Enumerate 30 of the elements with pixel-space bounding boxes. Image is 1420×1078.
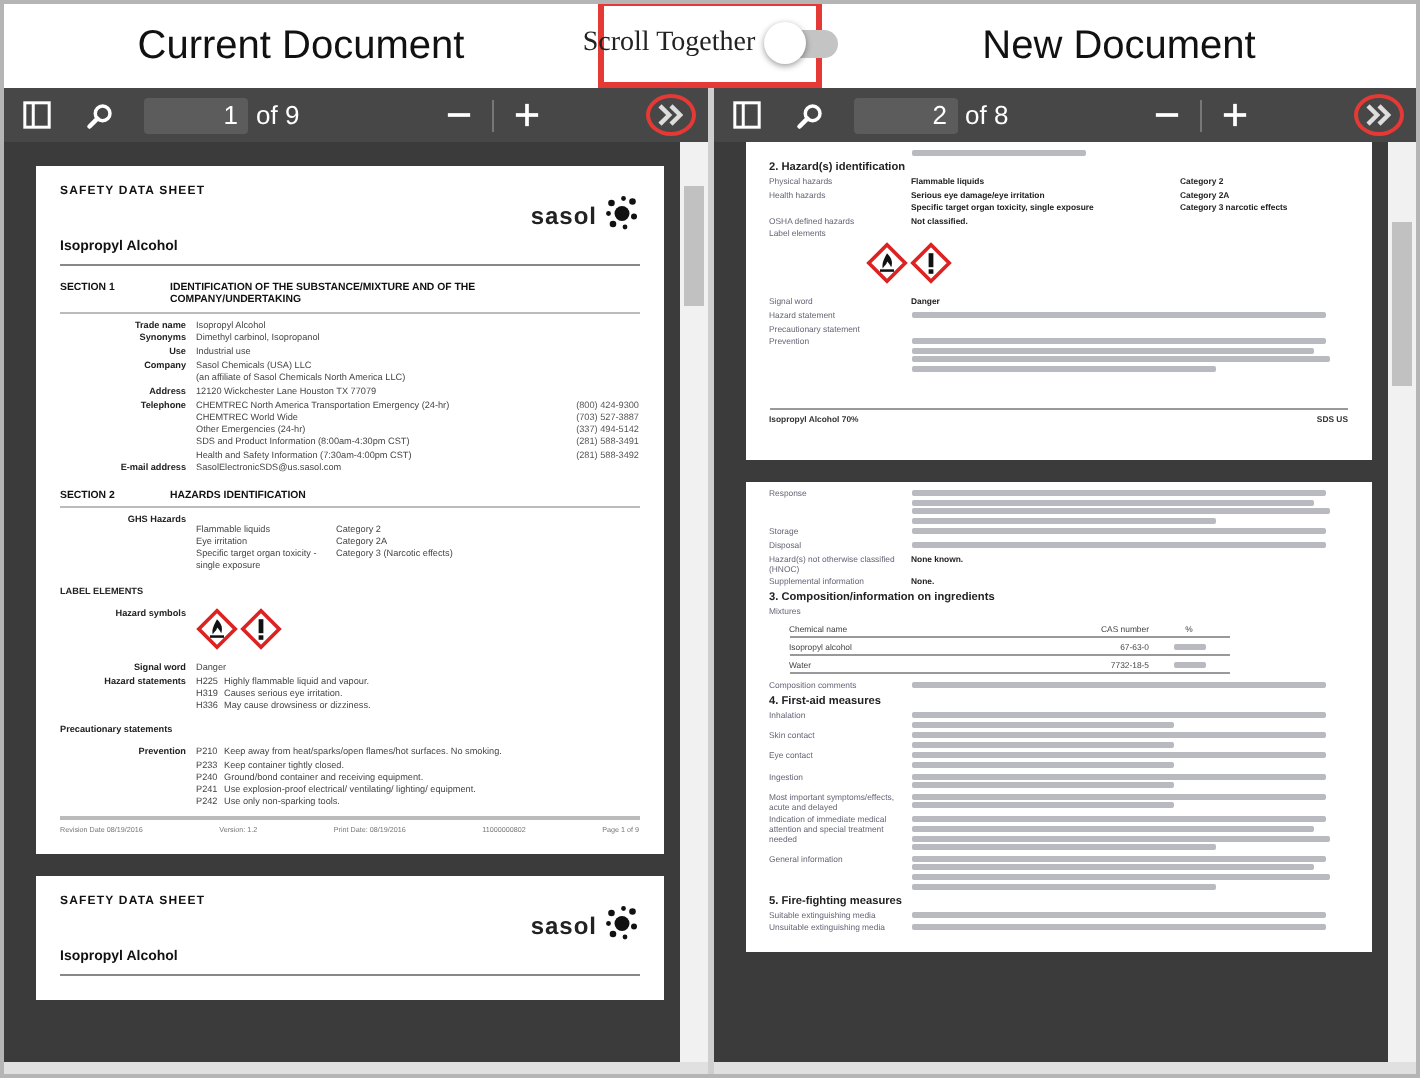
more-tools-button[interactable] bbox=[1354, 94, 1404, 136]
double-chevron-icon bbox=[1366, 104, 1392, 126]
vertical-scrollbar[interactable] bbox=[1388, 142, 1416, 1062]
page-count: of 9 bbox=[256, 100, 300, 130]
horizontal-scrollbar[interactable] bbox=[4, 1062, 707, 1074]
document-title: New Document bbox=[982, 23, 1256, 69]
illegible-text bbox=[1173, 643, 1205, 650]
molecule-logo-icon bbox=[603, 903, 639, 940]
flame-pictogram-icon bbox=[865, 242, 907, 285]
search-icon[interactable] bbox=[795, 101, 823, 129]
sidebar-toggle-icon[interactable] bbox=[731, 100, 761, 130]
document-title: Current Document bbox=[137, 23, 465, 69]
search-icon[interactable] bbox=[86, 101, 114, 129]
page-number-field[interactable]: 1 bbox=[144, 97, 248, 133]
page-count: of 8 bbox=[965, 100, 1009, 130]
horizontal-scrollbar[interactable] bbox=[713, 1062, 1416, 1074]
exclamation-pictogram-icon bbox=[909, 242, 951, 285]
zoom-in-icon[interactable] bbox=[513, 102, 539, 128]
molecule-logo-icon bbox=[603, 194, 639, 230]
zoom-in-icon[interactable] bbox=[1222, 102, 1248, 128]
vertical-scrollbar[interactable] bbox=[679, 142, 707, 1062]
exclamation-pictogram-icon bbox=[240, 607, 282, 650]
flame-pictogram-icon bbox=[196, 607, 238, 650]
illegible-text bbox=[1173, 661, 1205, 668]
more-tools-button[interactable] bbox=[645, 94, 695, 136]
sidebar-toggle-icon[interactable] bbox=[22, 100, 52, 130]
company-logo: sasol bbox=[530, 209, 597, 223]
company-logo: sasol bbox=[530, 919, 597, 932]
double-chevron-icon bbox=[657, 104, 683, 126]
page-number-field[interactable]: 2 bbox=[853, 97, 957, 133]
